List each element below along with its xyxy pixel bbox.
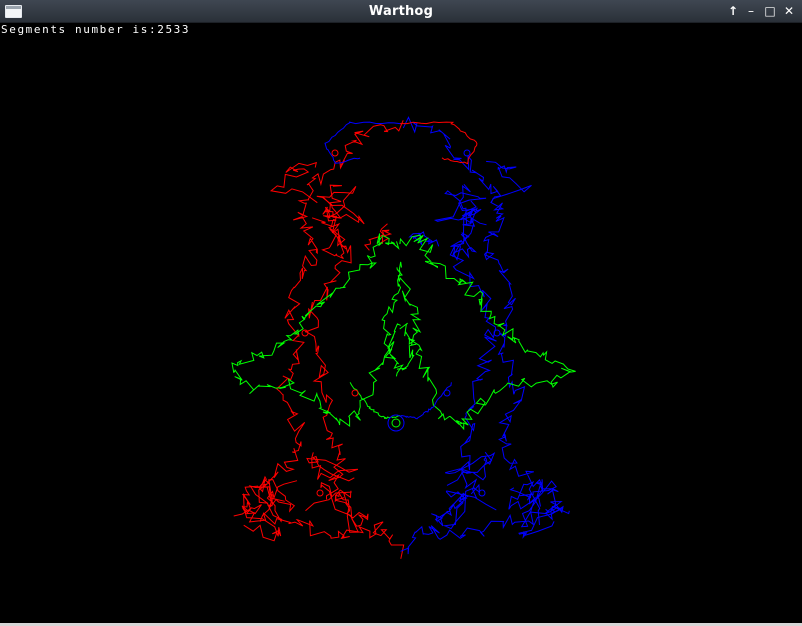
fractal-blue-spot bbox=[443, 389, 451, 397]
warthog-fractal-drawing bbox=[231, 116, 576, 559]
title-bar[interactable]: Warthog ↑ – □ ✕ bbox=[0, 0, 802, 23]
segments-label: Segments number is: bbox=[1, 23, 158, 36]
fractal-green-swoop bbox=[349, 382, 402, 419]
fractal-red-cluster bbox=[334, 491, 369, 527]
minimize-button[interactable]: – bbox=[743, 4, 759, 19]
fractal-blue-swoop bbox=[400, 382, 452, 420]
fractal-top-loop-blue bbox=[324, 121, 401, 164]
warthog-window: Warthog ↑ – □ ✕ Segments number is:2533 bbox=[0, 0, 802, 626]
segments-count: 2533 bbox=[157, 23, 191, 36]
fractal-blue-cluster bbox=[450, 223, 478, 261]
window-title: Warthog bbox=[368, 4, 434, 19]
fractal-blue-spot bbox=[478, 489, 486, 497]
fractal-red-spot bbox=[316, 489, 324, 497]
close-button[interactable]: ✕ bbox=[781, 4, 797, 19]
fractal-blue-outline bbox=[400, 116, 564, 555]
fractal-red-inner bbox=[304, 184, 352, 500]
segments-status: Segments number is:2533 bbox=[1, 23, 190, 36]
fractal-blue-cluster bbox=[519, 479, 557, 528]
fractal-red-cluster bbox=[306, 452, 359, 482]
fractal-top-loop-red bbox=[400, 121, 478, 165]
fractal-red-spot bbox=[331, 149, 339, 157]
fractal-blue-cluster bbox=[459, 200, 487, 227]
fractal-blue-spot bbox=[463, 149, 471, 157]
fractal-red-cluster bbox=[321, 228, 347, 260]
fractal-blue-cluster bbox=[431, 492, 470, 527]
maximize-button[interactable]: □ bbox=[762, 4, 778, 19]
fractal-red-cluster bbox=[248, 475, 285, 523]
fractal-red-spot bbox=[351, 389, 359, 397]
fractal-center-ring-inner bbox=[391, 418, 401, 428]
fractal-blue-cluster bbox=[408, 231, 440, 247]
keep-above-button[interactable]: ↑ bbox=[725, 4, 741, 19]
fractal-blue-cluster bbox=[486, 160, 532, 204]
fractal-green-right bbox=[399, 234, 576, 431]
